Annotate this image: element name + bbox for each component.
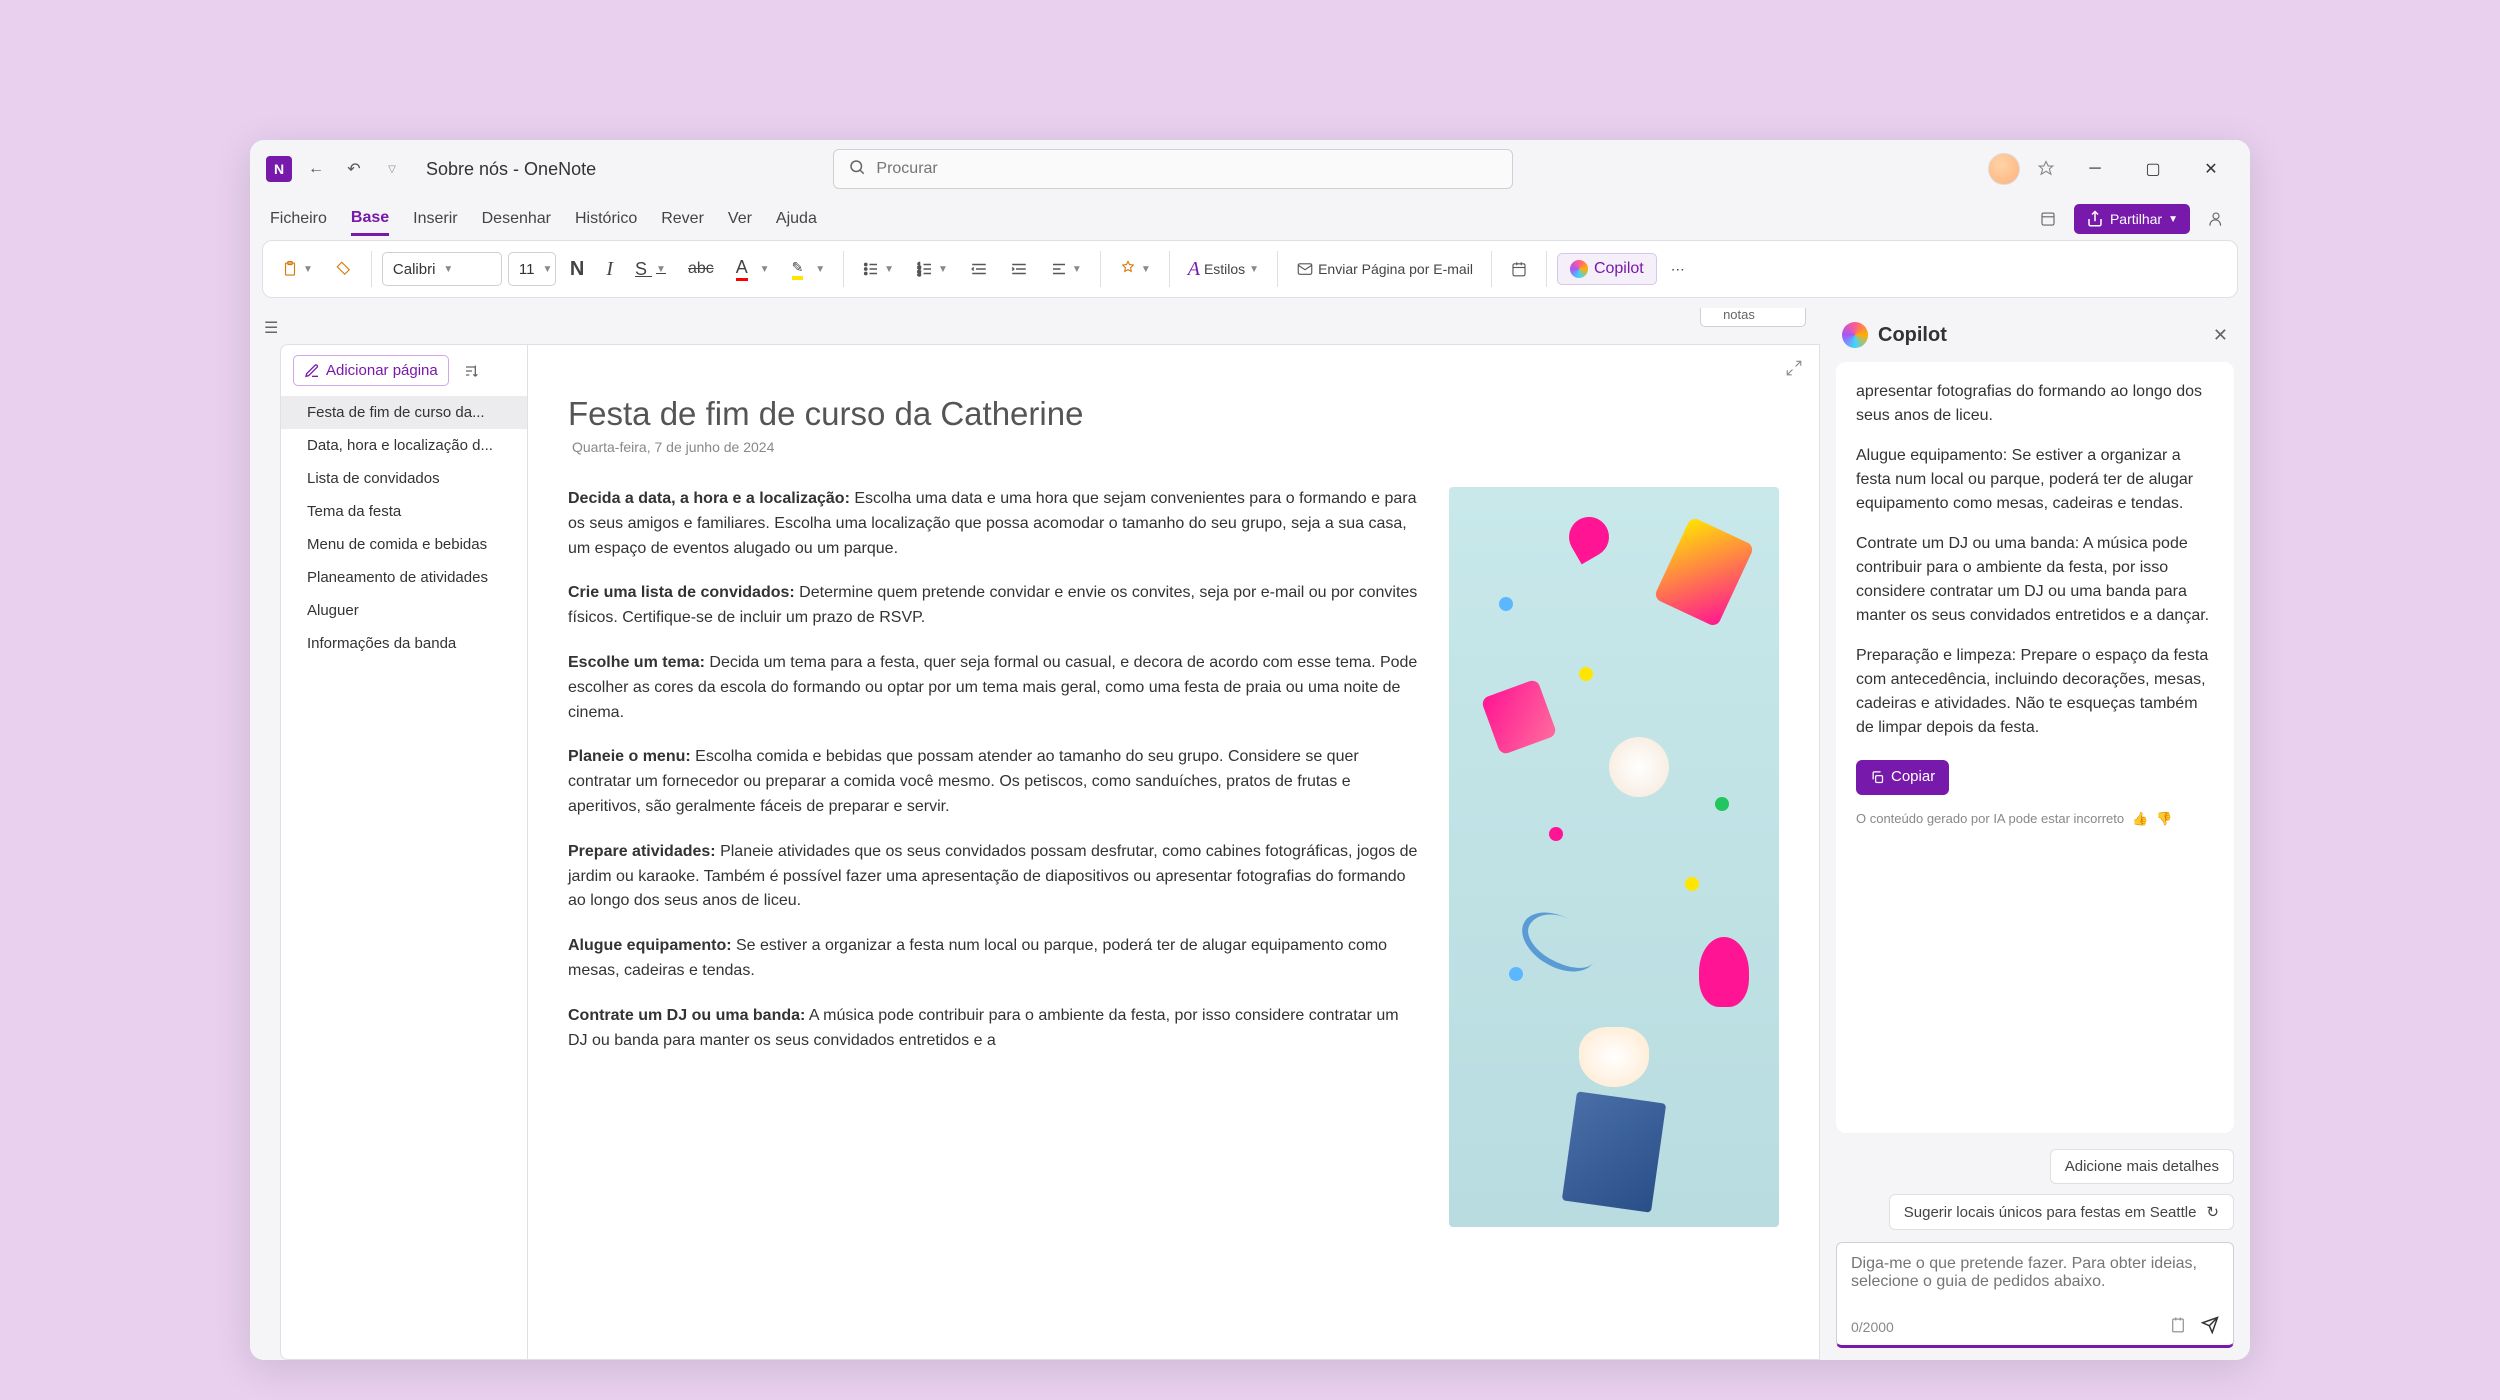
font-name-select[interactable]: Calibri▼	[382, 252, 502, 286]
meeting-button[interactable]	[1502, 249, 1536, 289]
maximize-button[interactable]: ▢	[2130, 153, 2176, 185]
menu-desenhar[interactable]: Desenhar	[482, 204, 551, 234]
numbering-button[interactable]: 123▼	[908, 249, 956, 289]
svg-text:3: 3	[918, 272, 922, 278]
page-item[interactable]: Planeamento de atividades	[281, 561, 527, 594]
format-painter-button[interactable]	[327, 249, 361, 289]
bold-button[interactable]: N	[562, 249, 592, 289]
party-image	[1449, 487, 1779, 1227]
tag-button[interactable]: ▼	[1111, 249, 1159, 289]
copy-button[interactable]: Copiar	[1856, 760, 1949, 795]
copilot-textarea[interactable]	[1851, 1255, 2219, 1311]
suggestion-chip[interactable]: Adicione mais detalhes	[2050, 1149, 2234, 1184]
menu-base[interactable]: Base	[351, 203, 389, 236]
hamburger-button[interactable]: ☰	[250, 308, 280, 1360]
user-avatar[interactable]	[1988, 153, 2020, 185]
canvas[interactable]: Festa de fim de curso da Catherine Quart…	[528, 344, 1820, 1360]
strikethrough-button[interactable]: abc	[680, 249, 722, 289]
page-item[interactable]: Menu de comida e bebidas	[281, 528, 527, 561]
page-list: Festa de fim de curso da...Data, hora e …	[281, 396, 527, 1359]
minimize-button[interactable]: ─	[2072, 153, 2118, 185]
suggestion-chips: Adicione mais detalhes Sugerir locais úni…	[1836, 1149, 2234, 1230]
expand-icon[interactable]	[1785, 359, 1803, 382]
page-date: Quarta-feira, 7 de junho de 2024	[568, 439, 1779, 455]
send-button[interactable]	[2201, 1316, 2219, 1337]
search-icon	[848, 158, 866, 181]
copilot-close-button[interactable]: ✕	[2213, 325, 2228, 346]
page-item[interactable]: Festa de fim de curso da...	[281, 396, 527, 429]
copilot-input-box[interactable]: 0/2000	[1836, 1242, 2234, 1348]
comments-icon[interactable]	[2202, 205, 2230, 233]
copilot-logo-icon	[1842, 322, 1868, 348]
customize-qat-button[interactable]: ▽	[378, 155, 406, 183]
thumbs-down-icon[interactable]: 👎	[2156, 809, 2172, 829]
prompt-guide-icon[interactable]	[2169, 1316, 2187, 1337]
bullets-button[interactable]: ▼	[854, 249, 902, 289]
ribbon-toolbar: ▼ Calibri▼ 11▼ N I S ▼ abc A ▼ ✎ ▼ ▼ 123…	[262, 240, 2238, 298]
page-title[interactable]: Festa de fim de curso da Catherine	[568, 395, 1779, 433]
back-button[interactable]: ←	[302, 155, 330, 183]
styles-button[interactable]: AEstilos▼	[1180, 249, 1267, 289]
notebook-search[interactable]: Procurar blocos de notas ▽	[1700, 308, 1806, 327]
page-panel: Adicionar página Festa de fim de curso d…	[280, 344, 528, 1360]
close-button[interactable]: ✕	[2188, 153, 2234, 185]
sort-pages-button[interactable]	[457, 356, 487, 386]
share-button[interactable]: Partilhar ▼	[2074, 204, 2190, 234]
outdent-button[interactable]	[962, 249, 996, 289]
more-button[interactable]: ⋯	[1663, 249, 1693, 289]
copilot-panel: Copilot ✕ apresentar fotografias do form…	[1820, 308, 2250, 1360]
menu-ver[interactable]: Ver	[728, 204, 752, 234]
content-area: ☰ Procurar blocos de notas ▽ Adicionar p…	[250, 308, 2250, 1360]
char-counter: 0/2000	[1851, 1319, 1894, 1335]
thumbs-up-icon[interactable]: 👍	[2132, 809, 2148, 829]
titlebar: N ← ↶ ▽ Sobre nós - OneNote ─ ▢ ✕	[250, 140, 2250, 198]
italic-button[interactable]: I	[598, 249, 621, 289]
add-page-button[interactable]: Adicionar página	[293, 355, 449, 386]
ai-disclaimer-text: O conteúdo gerado por IA pode estar inco…	[1856, 809, 2124, 829]
align-button[interactable]: ▼	[1042, 249, 1090, 289]
window-title: Sobre nós - OneNote	[426, 159, 596, 180]
search-input[interactable]	[876, 160, 1498, 178]
doc-text[interactable]: Decida a data, a hora e a localização: E…	[568, 487, 1419, 1227]
refresh-icon[interactable]: ↻	[2206, 1203, 2219, 1221]
suggestion-chip[interactable]: Sugerir locais únicos para festas em Sea…	[1889, 1194, 2234, 1230]
page-item[interactable]: Lista de convidados	[281, 462, 527, 495]
page-item[interactable]: Tema da festa	[281, 495, 527, 528]
menu-inserir[interactable]: Inserir	[413, 204, 457, 234]
font-size-select[interactable]: 11▼	[508, 252, 556, 286]
font-color-button[interactable]: A ▼	[728, 249, 778, 289]
premium-icon[interactable]	[2032, 155, 2060, 183]
menu-rever[interactable]: Rever	[661, 204, 704, 234]
page-item[interactable]: Aluguer	[281, 594, 527, 627]
paste-button[interactable]: ▼	[273, 249, 321, 289]
underline-button[interactable]: S ▼	[627, 249, 674, 289]
menu-ficheiro[interactable]: Ficheiro	[270, 204, 327, 234]
page-item[interactable]: Data, hora e localização d...	[281, 429, 527, 462]
copilot-ribbon-button[interactable]: Copilot	[1557, 253, 1657, 285]
menu-ajuda[interactable]: Ajuda	[776, 204, 817, 234]
page-item[interactable]: Informações da banda	[281, 627, 527, 660]
highlight-button[interactable]: ✎ ▼	[784, 249, 834, 289]
menu-bar: Ficheiro Base Inserir Desenhar Histórico Reve…	[250, 198, 2250, 240]
menu-histórico[interactable]: Histórico	[575, 204, 637, 234]
undo-button[interactable]: ↶	[340, 155, 368, 183]
fullscreen-icon[interactable]	[2034, 205, 2062, 233]
onenote-icon: N	[266, 156, 292, 182]
indent-button[interactable]	[1002, 249, 1036, 289]
search-box[interactable]	[833, 149, 1513, 189]
copilot-message: apresentar fotografias do formando ao lo…	[1836, 362, 2234, 1133]
app-window: N ← ↶ ▽ Sobre nós - OneNote ─ ▢ ✕ Fichei…	[250, 140, 2250, 1360]
copilot-title: Copilot	[1878, 324, 1947, 347]
email-page-button[interactable]: Enviar Página por E-mail	[1288, 249, 1481, 289]
